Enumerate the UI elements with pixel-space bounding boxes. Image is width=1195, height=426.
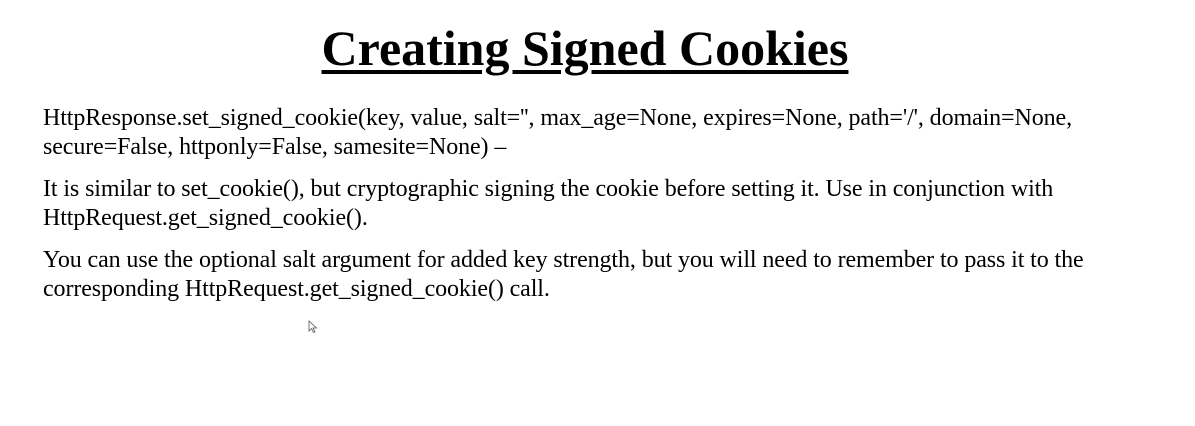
description-paragraph: It is similar to set_cookie(), but crypt… (43, 176, 1054, 231)
mouse-pointer-icon (308, 320, 318, 334)
salt-note-paragraph: You can use the optional salt argument f… (43, 247, 1084, 302)
slide-title: Creating Signed Cookies (321, 20, 849, 76)
slide: Creating Signed Cookies HttpResponse.set… (0, 0, 1195, 426)
method-signature-paragraph: HttpResponse.set_signed_cookie(key, valu… (43, 105, 1072, 160)
slide-body: HttpResponse.set_signed_cookie(key, valu… (43, 104, 1143, 317)
